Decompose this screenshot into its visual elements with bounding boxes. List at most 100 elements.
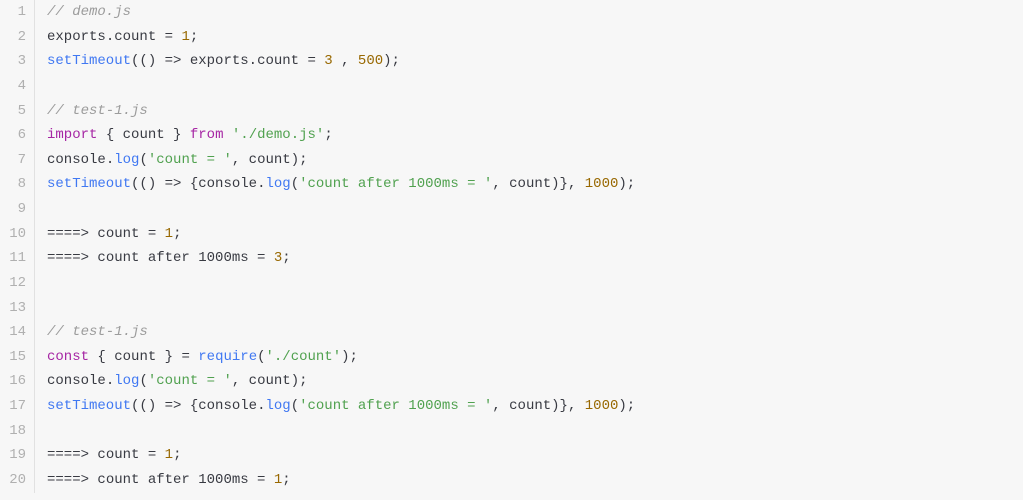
code-lines: // demo.jsexports.count = 1;setTimeout((… xyxy=(35,0,1023,493)
line-number: 16 xyxy=(6,369,26,394)
line-number: 7 xyxy=(6,148,26,173)
code-token: = xyxy=(249,472,274,488)
line-number: 3 xyxy=(6,49,26,74)
code-line: import { count } from './demo.js'; xyxy=(47,123,1023,148)
code-token: // test-1.js xyxy=(47,103,148,119)
code-token: = xyxy=(249,250,274,266)
code-token: } xyxy=(165,127,182,143)
line-number: 19 xyxy=(6,443,26,468)
code-line xyxy=(47,296,1023,321)
code-token: { xyxy=(106,127,123,143)
code-token: log xyxy=(265,176,290,192)
code-token: 'count after 1000ms = ' xyxy=(299,398,492,414)
line-number: 4 xyxy=(6,74,26,99)
line-number: 12 xyxy=(6,271,26,296)
code-token: ( xyxy=(291,176,299,192)
code-token: ( xyxy=(257,349,265,365)
code-line xyxy=(47,419,1023,444)
code-token: => xyxy=(156,398,190,414)
code-token: 1000 xyxy=(585,398,619,414)
code-token: log xyxy=(114,152,139,168)
line-number: 6 xyxy=(6,123,26,148)
code-token: ); xyxy=(341,349,358,365)
code-token: count xyxy=(249,152,291,168)
code-line: exports.count = 1; xyxy=(47,25,1023,50)
code-token: setTimeout xyxy=(47,398,131,414)
code-token: count xyxy=(114,29,156,45)
code-token: ); xyxy=(383,53,400,69)
code-line: // demo.js xyxy=(47,0,1023,25)
code-token: // demo.js xyxy=(47,4,131,20)
code-token: = xyxy=(139,447,164,463)
code-token xyxy=(97,127,105,143)
code-block: 1234567891011121314151617181920 // demo.… xyxy=(0,0,1023,493)
code-token: , xyxy=(492,176,509,192)
line-number: 15 xyxy=(6,345,26,370)
code-token: ; xyxy=(324,127,332,143)
code-token: ( xyxy=(139,373,147,389)
code-token: { xyxy=(97,349,114,365)
code-token: ; xyxy=(173,447,181,463)
code-token: 1 xyxy=(165,447,173,463)
code-token: import xyxy=(47,127,97,143)
code-token: log xyxy=(114,373,139,389)
line-number-gutter: 1234567891011121314151617181920 xyxy=(0,0,35,493)
code-token: ====> xyxy=(47,226,97,242)
code-line: setTimeout(() => {console.log('count aft… xyxy=(47,394,1023,419)
line-number: 10 xyxy=(6,222,26,247)
code-token: count after 1000ms xyxy=(97,472,248,488)
code-token: { xyxy=(190,398,198,414)
code-token: )} xyxy=(551,176,568,192)
line-number: 8 xyxy=(6,172,26,197)
code-token: setTimeout xyxy=(47,176,131,192)
code-token: count xyxy=(509,398,551,414)
code-token: () xyxy=(139,176,156,192)
code-token: ====> xyxy=(47,472,97,488)
code-line: setTimeout(() => {console.log('count aft… xyxy=(47,172,1023,197)
code-token: , xyxy=(341,53,358,69)
code-token: )} xyxy=(551,398,568,414)
line-number: 1 xyxy=(6,0,26,25)
code-line: // test-1.js xyxy=(47,320,1023,345)
code-token: // test-1.js xyxy=(47,324,148,340)
code-line: console.log('count = ', count); xyxy=(47,148,1023,173)
code-token: console xyxy=(47,373,106,389)
code-token: , xyxy=(492,398,509,414)
code-token xyxy=(223,127,231,143)
code-token: require xyxy=(198,349,257,365)
code-token: } xyxy=(156,349,173,365)
code-line xyxy=(47,74,1023,99)
code-line xyxy=(47,197,1023,222)
code-token: count xyxy=(123,127,165,143)
code-token: count xyxy=(249,373,291,389)
code-line: // test-1.js xyxy=(47,99,1023,124)
code-token: = xyxy=(156,29,181,45)
line-number: 5 xyxy=(6,99,26,124)
code-token: . xyxy=(106,152,114,168)
line-number: 2 xyxy=(6,25,26,50)
code-line: ====> count after 1000ms = 1; xyxy=(47,468,1023,493)
code-token: ; xyxy=(173,226,181,242)
code-token: ====> xyxy=(47,447,97,463)
code-line: setTimeout(() => exports.count = 3 , 500… xyxy=(47,49,1023,74)
code-token: ; xyxy=(282,472,290,488)
code-token: count xyxy=(97,447,139,463)
line-number: 13 xyxy=(6,296,26,321)
code-token: , xyxy=(232,373,249,389)
code-token: ; xyxy=(190,29,198,45)
code-token: , xyxy=(568,176,585,192)
code-token xyxy=(181,127,189,143)
code-token: count xyxy=(97,226,139,242)
code-token: = xyxy=(299,53,324,69)
code-token: ); xyxy=(618,176,635,192)
code-token: const xyxy=(47,349,89,365)
code-token: => xyxy=(156,176,190,192)
code-line: ====> count after 1000ms = 3; xyxy=(47,246,1023,271)
code-token xyxy=(333,53,341,69)
code-token: ; xyxy=(282,250,290,266)
code-token: { xyxy=(190,176,198,192)
code-token: count xyxy=(257,53,299,69)
code-token: 3 xyxy=(324,53,332,69)
code-token: ); xyxy=(618,398,635,414)
code-token: 500 xyxy=(358,53,383,69)
